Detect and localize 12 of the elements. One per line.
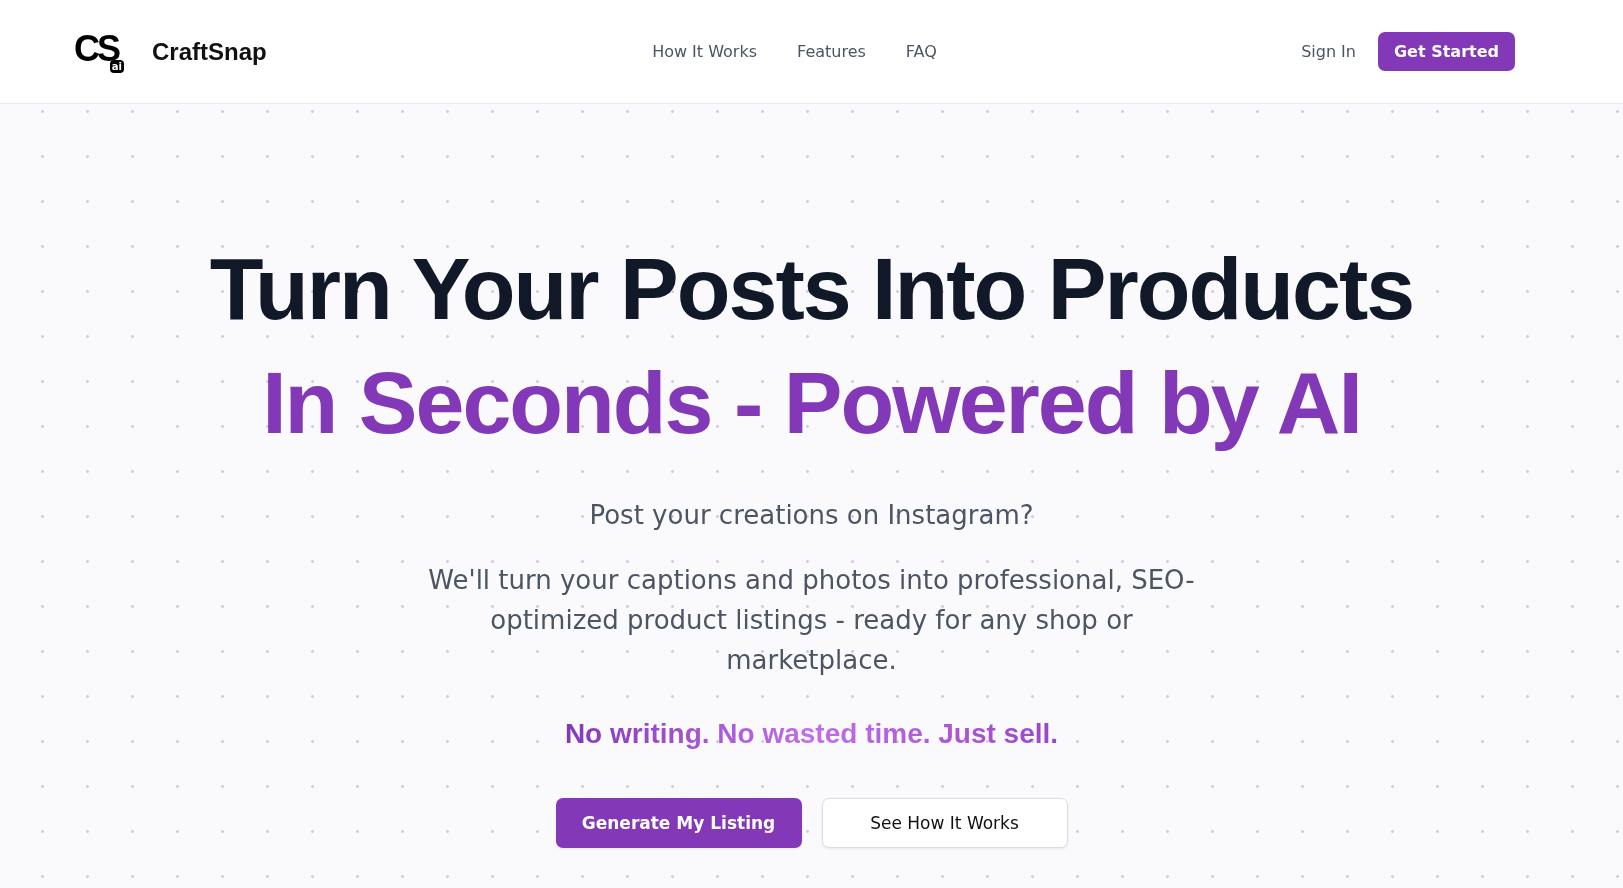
hero-description: We'll turn your captions and photos into professional, SEO-optimized product listings - ready for any shop or marketplace.	[427, 564, 1196, 677]
brand-name: CraftSnap	[152, 37, 267, 66]
get-started-button[interactable]: Get Started	[1377, 32, 1515, 71]
generate-listing-button[interactable]: Generate My Listing	[555, 798, 802, 848]
sign-in-link[interactable]: Sign In	[1301, 42, 1356, 61]
headline-accent: In Seconds - Powered by AI	[262, 352, 1361, 454]
nav-link[interactable]: Features	[797, 42, 866, 61]
how-it-works-button[interactable]: See How It Works	[821, 798, 1068, 848]
hero-question: Post your creations on Instagram?	[589, 500, 1034, 530]
headline: Turn Your Posts Into Products	[209, 238, 1414, 340]
nav-link[interactable]: FAQ	[905, 42, 937, 61]
nav-link[interactable]: How It Works	[652, 42, 758, 61]
